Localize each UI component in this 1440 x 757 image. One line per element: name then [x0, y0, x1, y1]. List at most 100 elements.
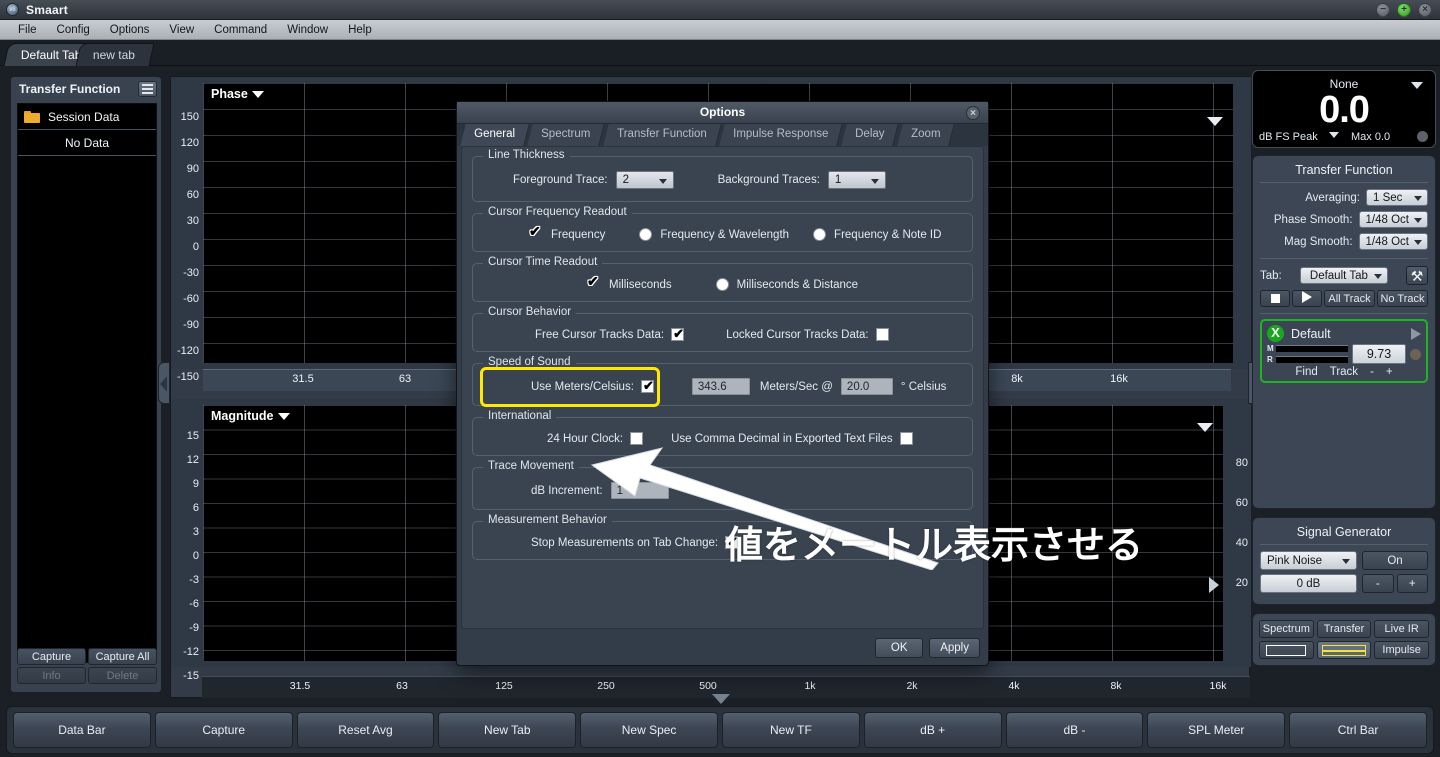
- phase-plot-title[interactable]: Phase: [211, 87, 264, 101]
- menu-help[interactable]: Help: [338, 23, 382, 37]
- free-cursor-tracks-checkbox[interactable]: [671, 328, 684, 341]
- all-track-button[interactable]: All Track: [1324, 290, 1375, 307]
- new-tf-button[interactable]: New TF: [722, 712, 860, 748]
- signal-type-select[interactable]: Pink Noise: [1260, 551, 1357, 570]
- trace-minus-button[interactable]: -: [1370, 366, 1374, 378]
- signal-level-minus-button[interactable]: -: [1362, 574, 1394, 593]
- menu-command[interactable]: Command: [204, 23, 277, 37]
- delete-button[interactable]: Delete: [88, 667, 157, 684]
- chevron-down-icon[interactable]: [278, 413, 290, 420]
- db-plus-button[interactable]: dB +: [864, 712, 1002, 748]
- chevron-down-icon[interactable]: [252, 91, 264, 98]
- mode-impulse-button[interactable]: Impulse: [1374, 641, 1429, 659]
- phase-smooth-select[interactable]: 1/48 Oct: [1359, 211, 1428, 228]
- mode-spectrum-button[interactable]: Spectrum: [1259, 620, 1314, 638]
- apply-button[interactable]: Apply: [929, 638, 980, 658]
- info-button[interactable]: Info: [17, 667, 86, 684]
- signal-level-value[interactable]: 0 dB: [1260, 574, 1357, 593]
- reset-avg-button[interactable]: Reset Avg: [297, 712, 435, 748]
- stop-button[interactable]: [1260, 290, 1290, 307]
- meter-source-chevron-icon[interactable]: [1411, 82, 1423, 89]
- averaging-select[interactable]: 1 Sec: [1366, 189, 1428, 206]
- background-traces-select[interactable]: 1: [828, 171, 886, 189]
- phase-smooth-label: Phase Smooth:: [1274, 214, 1353, 226]
- maximize-button[interactable]: +: [1397, 3, 1411, 17]
- close-button[interactable]: ×: [1418, 3, 1432, 17]
- signal-on-button[interactable]: On: [1362, 551, 1428, 570]
- temperature-input[interactable]: 20.0: [841, 378, 893, 395]
- play-button[interactable]: [1292, 290, 1322, 307]
- locked-cursor-tracks-checkbox[interactable]: [876, 328, 889, 341]
- tab-delay[interactable]: Delay: [841, 124, 899, 146]
- menu-options[interactable]: Options: [100, 23, 160, 37]
- radio-milliseconds-label: Milliseconds: [609, 279, 672, 291]
- hamburger-menu-icon[interactable]: [138, 81, 157, 97]
- menu-window[interactable]: Window: [277, 23, 338, 37]
- options-dialog[interactable]: Options × General Spectrum Transfer Func…: [456, 101, 989, 666]
- capture-all-button[interactable]: Capture All: [88, 648, 157, 665]
- db-minus-button[interactable]: dB -: [1006, 712, 1144, 748]
- meter-unit-chevron-icon[interactable]: [1329, 132, 1339, 138]
- tab-transfer-function[interactable]: Transfer Function: [603, 124, 721, 146]
- tools-icon[interactable]: [1406, 266, 1428, 285]
- capture-button[interactable]: Capture: [17, 648, 86, 665]
- mag-smooth-select[interactable]: 1/48 Oct: [1359, 233, 1428, 250]
- minimize-button[interactable]: −: [1376, 3, 1390, 17]
- layout-single-button[interactable]: [1259, 641, 1314, 659]
- magnitude-plot-menu-icon[interactable]: [1197, 423, 1213, 432]
- radio-frequency[interactable]: [529, 228, 543, 241]
- speed-of-sound-input[interactable]: 343.6: [692, 378, 750, 395]
- radio-frequency-note-id[interactable]: [813, 228, 826, 241]
- left-panel-buttons: Capture Capture All Info Delete: [17, 648, 157, 686]
- tab-default-tab-label: Default Tab: [21, 44, 82, 66]
- radio-frequency-wavelength[interactable]: [639, 228, 652, 241]
- signal-level-plus-button[interactable]: +: [1397, 574, 1429, 593]
- phase-plot-menu-icon[interactable]: [1207, 117, 1223, 126]
- mode-transfer-button[interactable]: Transfer: [1317, 620, 1372, 638]
- splitter-handle-icon[interactable]: [712, 694, 730, 704]
- left-panel-collapse-handle[interactable]: [158, 362, 170, 404]
- magnitude-play-icon[interactable]: [1209, 577, 1219, 593]
- radio-milliseconds-distance[interactable]: [716, 278, 729, 291]
- new-tab-button[interactable]: New Tab: [438, 712, 576, 748]
- trace-delay-value[interactable]: 9.73: [1352, 344, 1406, 364]
- menu-view[interactable]: View: [159, 23, 204, 37]
- cursor-behavior-title: Cursor Behavior: [483, 306, 576, 318]
- tab-select[interactable]: Default Tab: [1300, 267, 1388, 284]
- ok-button[interactable]: OK: [875, 638, 923, 658]
- mag-ytick: -9: [189, 622, 199, 634]
- options-dialog-close-icon[interactable]: ×: [966, 106, 980, 120]
- radio-milliseconds[interactable]: [587, 278, 601, 291]
- tab-spectrum[interactable]: Spectrum: [528, 124, 606, 146]
- locked-cursor-tracks-label: Locked Cursor Tracks Data:: [726, 329, 869, 341]
- tab-new-tab[interactable]: new tab: [76, 43, 155, 66]
- trace-plus-button[interactable]: +: [1386, 366, 1393, 378]
- left-panel-header: Transfer Function: [11, 77, 161, 101]
- mode-live-ir-button[interactable]: Live IR: [1374, 620, 1429, 638]
- trace-play-icon[interactable]: [1411, 328, 1421, 340]
- trace-item-default[interactable]: X Default M R 9.73 Find Track - +: [1260, 319, 1428, 383]
- menu-config[interactable]: Config: [47, 23, 100, 37]
- trace-find-button[interactable]: Find: [1295, 366, 1317, 378]
- no-track-button[interactable]: No Track: [1377, 290, 1428, 307]
- menu-file[interactable]: File: [8, 23, 47, 37]
- options-dialog-title: Options: [700, 105, 745, 119]
- spl-meter-button[interactable]: SPL Meter: [1147, 712, 1285, 748]
- use-meters-celsius-checkbox[interactable]: [641, 380, 654, 393]
- tab-impulse-response[interactable]: Impulse Response: [719, 124, 843, 146]
- trace-track-button[interactable]: Track: [1330, 366, 1358, 378]
- foreground-trace-select[interactable]: 2: [616, 171, 674, 189]
- data-bar-button[interactable]: Data Bar: [13, 712, 151, 748]
- session-data-list: Session Data No Data: [17, 103, 157, 663]
- capture-toolbar-button[interactable]: Capture: [155, 712, 293, 748]
- spl-meter[interactable]: None 0.0 dB FS Peak Max 0.0: [1252, 70, 1436, 148]
- new-spec-button[interactable]: New Spec: [580, 712, 718, 748]
- trace-close-icon[interactable]: X: [1267, 325, 1284, 342]
- ctrl-bar-button[interactable]: Ctrl Bar: [1289, 712, 1427, 748]
- tab-general[interactable]: General: [460, 124, 529, 146]
- layout-dual-button[interactable]: [1317, 641, 1372, 659]
- free-cursor-tracks-label: Free Cursor Tracks Data:: [535, 329, 664, 341]
- tab-zoom[interactable]: Zoom: [897, 124, 955, 146]
- list-item-session-data[interactable]: Session Data: [18, 104, 156, 130]
- magnitude-plot-title[interactable]: Magnitude: [211, 409, 290, 423]
